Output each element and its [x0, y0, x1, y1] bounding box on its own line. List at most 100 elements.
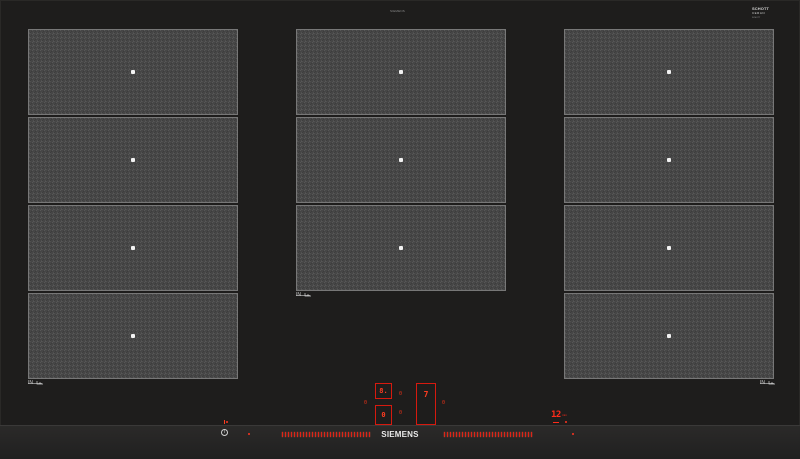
- power-symbol: i: [223, 429, 226, 435]
- slider-segment: [345, 432, 346, 437]
- zone-label-left: IN: [28, 380, 44, 386]
- slider-segment: [510, 432, 511, 437]
- zone-label-left-text: IN: [28, 379, 33, 386]
- slider-segment: [360, 432, 361, 437]
- slider-segment: [306, 432, 307, 437]
- cooking-zone-right-4[interactable]: [564, 293, 774, 379]
- cooking-zone-mid-3[interactable]: [296, 205, 506, 291]
- pan-icon: [769, 381, 776, 385]
- slider-segment: [312, 432, 313, 437]
- slider-segment: [456, 432, 457, 437]
- slider-segment: [498, 432, 499, 437]
- cooking-zone-mid-2[interactable]: [296, 117, 506, 203]
- cooking-zone-right-3[interactable]: [564, 205, 774, 291]
- top-brand-mark: SIEMENS: [390, 9, 405, 13]
- mini-indicator-c: 0: [442, 400, 446, 406]
- cooking-zone-right-1[interactable]: [564, 29, 774, 115]
- slider-segment: [369, 432, 370, 437]
- slider-segment: [483, 432, 484, 437]
- slider-segment: [309, 432, 310, 437]
- slider-segment: [339, 432, 340, 437]
- schott-logo: SCHOTT CERAN SCHOTT: [752, 7, 774, 20]
- status-led: [248, 433, 250, 435]
- slider-segment: [477, 432, 478, 437]
- slider-segment: [342, 432, 343, 437]
- slider-segment: [285, 432, 286, 437]
- secondary-power-display: 0: [375, 405, 392, 425]
- logo-sub-text: CERAN: [752, 11, 766, 15]
- slider-segment: [327, 432, 328, 437]
- slider-segment: [522, 432, 523, 437]
- slider-segment: [480, 432, 481, 437]
- zone-label-mid-text: IN: [296, 291, 301, 298]
- timer-display: 12: [551, 410, 561, 420]
- slider-segment: [507, 432, 508, 437]
- slider-segment: [450, 432, 451, 437]
- pan-icon: [37, 381, 44, 385]
- status-led: [565, 421, 567, 423]
- slider-segment: [354, 432, 355, 437]
- slider-segment: [531, 432, 532, 437]
- siemens-brand: SIEMENS: [381, 430, 419, 439]
- timer-unit: min: [562, 413, 567, 417]
- slider-segment: [366, 432, 367, 437]
- slider-segment: [516, 432, 517, 437]
- cooking-zone-right-2[interactable]: [564, 117, 774, 203]
- right-power-slider[interactable]: [444, 432, 540, 437]
- cooking-zone-left-4[interactable]: [28, 293, 238, 379]
- slider-segment: [462, 432, 463, 437]
- zone-label-right: IN: [760, 380, 776, 386]
- slider-segment: [336, 432, 337, 437]
- slider-segment: [519, 432, 520, 437]
- slider-segment: [288, 432, 289, 437]
- slider-segment: [324, 432, 325, 437]
- slider-segment: [357, 432, 358, 437]
- mini-indicator-a: 0: [364, 400, 368, 406]
- slider-segment: [465, 432, 466, 437]
- status-led: [226, 421, 228, 423]
- left-power-slider[interactable]: [282, 432, 378, 437]
- slider-segment: [495, 432, 496, 437]
- mini-indicator-d: 0: [399, 410, 403, 416]
- slider-segment: [444, 432, 445, 437]
- slider-segment: [501, 432, 502, 437]
- power-button[interactable]: i: [221, 429, 228, 436]
- slider-segment: [300, 432, 301, 437]
- slider-segment: [528, 432, 529, 437]
- slider-segment: [318, 432, 319, 437]
- slider-segment: [282, 432, 283, 437]
- slider-segment: [525, 432, 526, 437]
- slider-segment: [315, 432, 316, 437]
- slider-segment: [471, 432, 472, 437]
- side-power-display: 7: [416, 383, 436, 425]
- timer-indicator-bar: [553, 422, 559, 423]
- slider-segment: [453, 432, 454, 437]
- slider-segment: [447, 432, 448, 437]
- zone-label-mid: IN: [296, 292, 312, 298]
- cooking-zone-left-1[interactable]: [28, 29, 238, 115]
- slider-segment: [303, 432, 304, 437]
- cooking-zone-mid-1[interactable]: [296, 29, 506, 115]
- logo-code-text: SCHOTT: [752, 17, 761, 19]
- slider-segment: [291, 432, 292, 437]
- status-led: [572, 433, 574, 435]
- slider-segment: [486, 432, 487, 437]
- slider-segment: [321, 432, 322, 437]
- slider-segment: [297, 432, 298, 437]
- slider-segment: [363, 432, 364, 437]
- zone-label-right-text: IN: [760, 379, 765, 386]
- slider-segment: [489, 432, 490, 437]
- cooking-zone-left-2[interactable]: [28, 117, 238, 203]
- mini-indicator-b: 0: [399, 391, 403, 397]
- slider-segment: [351, 432, 352, 437]
- slider-segment: [348, 432, 349, 437]
- induction-cooktop: SIEMENS SCHOTT CERAN SCHOTT IN IN IN i S…: [0, 0, 800, 459]
- slider-segment: [459, 432, 460, 437]
- slider-segment: [492, 432, 493, 437]
- slider-segment: [294, 432, 295, 437]
- slider-segment: [504, 432, 505, 437]
- cooking-zone-left-3[interactable]: [28, 205, 238, 291]
- main-power-display: 8.: [375, 383, 392, 399]
- slider-segment: [330, 432, 331, 437]
- slider-segment: [333, 432, 334, 437]
